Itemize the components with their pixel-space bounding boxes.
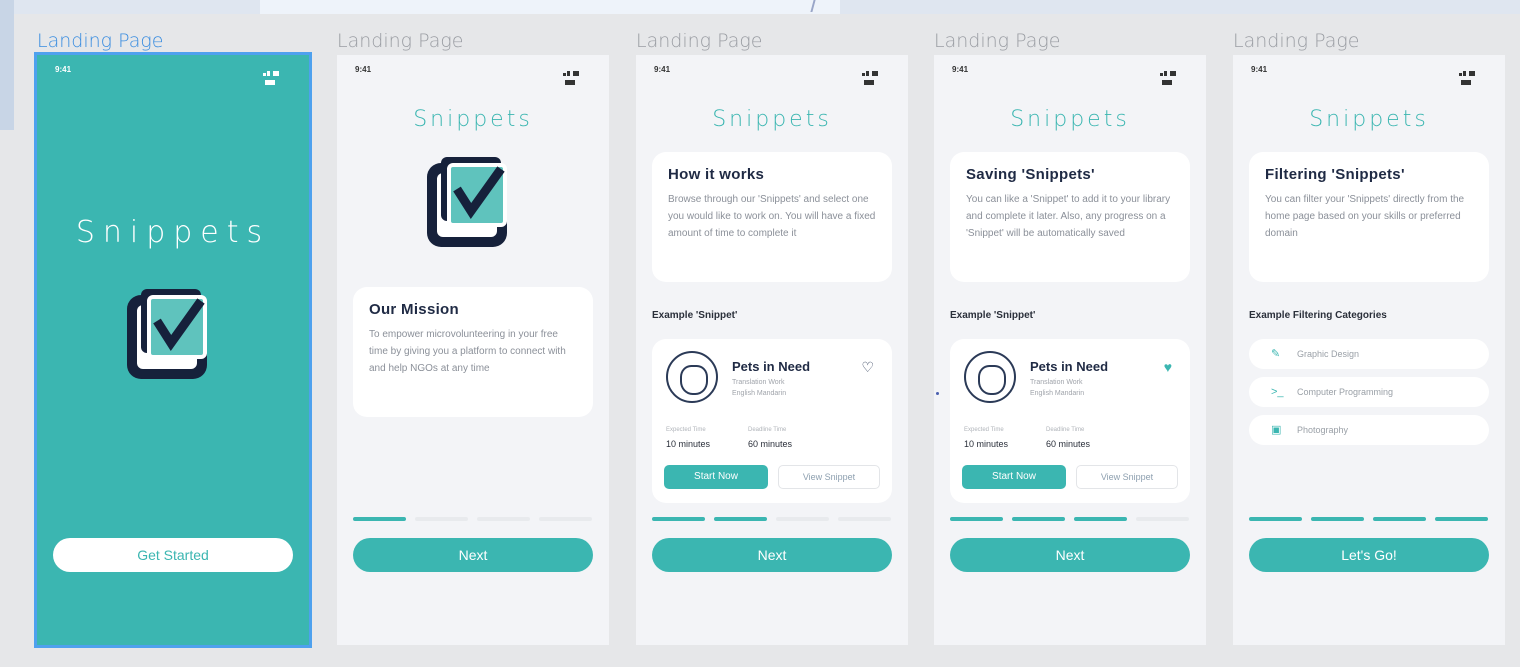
start-now-button[interactable]: Start Now bbox=[664, 465, 768, 489]
status-bar: 9:41 bbox=[1251, 65, 1487, 85]
snippet-meta-type: Translation Work bbox=[1030, 379, 1083, 386]
how-it-works-card: How it works Browse through our 'Snippet… bbox=[652, 152, 892, 282]
canvas-top-strip bbox=[0, 0, 1520, 14]
card-title: Our Mission bbox=[369, 301, 459, 318]
signal-icon bbox=[862, 67, 890, 85]
status-bar: 9:41 bbox=[55, 65, 291, 85]
screen-how-it-works[interactable]: 9:41 Snippets How it works Browse throug… bbox=[636, 55, 908, 645]
snippet-title: Pets in Need bbox=[1030, 359, 1109, 374]
snippet-title: Pets in Need bbox=[732, 359, 811, 374]
deadline-time-label: Deadline Time bbox=[1046, 427, 1085, 433]
snippet-meta-language: English Mandarin bbox=[1030, 390, 1085, 397]
progress-indicator bbox=[353, 517, 593, 521]
get-started-button[interactable]: Get Started bbox=[53, 538, 293, 572]
section-title: Example Filtering Categories bbox=[1249, 310, 1387, 321]
brand-title: Snippets bbox=[75, 215, 271, 250]
canvas-dot bbox=[936, 392, 939, 395]
progress-indicator bbox=[950, 517, 1190, 521]
saving-card: Saving 'Snippets' You can like a 'Snippe… bbox=[950, 152, 1190, 282]
mission-card: Our Mission To empower microvolunteering… bbox=[353, 287, 593, 417]
deadline-time-value: 60 minutes bbox=[1046, 439, 1091, 449]
category-label: Photography bbox=[1297, 425, 1349, 435]
view-snippet-button[interactable]: View Snippet bbox=[778, 465, 880, 489]
expected-time-value: 10 minutes bbox=[666, 439, 711, 449]
next-button[interactable]: Next bbox=[950, 538, 1190, 572]
deadline-time-label: Deadline Time bbox=[748, 427, 787, 433]
canvas-left-strip bbox=[0, 0, 14, 130]
snippets-logo-icon bbox=[127, 289, 207, 379]
section-title: Example 'Snippet' bbox=[652, 310, 738, 321]
view-snippet-button[interactable]: View Snippet bbox=[1076, 465, 1178, 489]
ngo-avatar bbox=[666, 351, 718, 403]
expected-time-label: Expected Time bbox=[666, 427, 706, 433]
frame-label-3[interactable]: Landing Page bbox=[636, 30, 762, 52]
frame-label-1[interactable]: Landing Page bbox=[37, 30, 163, 52]
category-graphic-design[interactable]: ✎ Graphic Design bbox=[1249, 339, 1489, 369]
signal-icon bbox=[1160, 67, 1188, 85]
progress-indicator bbox=[652, 517, 892, 521]
section-title: Example 'Snippet' bbox=[950, 310, 1036, 321]
screen-saving[interactable]: 9:41 Snippets Saving 'Snippets' You can … bbox=[934, 55, 1206, 645]
screen-splash[interactable]: 9:41 Snippets Get Started bbox=[34, 52, 312, 648]
brand-title: Snippets bbox=[1010, 107, 1130, 132]
status-bar: 9:41 bbox=[654, 65, 890, 85]
status-time: 9:41 bbox=[952, 65, 969, 74]
palette-icon: ✎ bbox=[1271, 348, 1281, 360]
status-bar: 9:41 bbox=[355, 65, 591, 85]
lets-go-button[interactable]: Let's Go! bbox=[1249, 538, 1489, 572]
category-label: Computer Programming bbox=[1297, 387, 1394, 397]
brand-title: Snippets bbox=[712, 107, 832, 132]
status-time: 9:41 bbox=[654, 65, 671, 74]
heart-filled-icon[interactable]: ♥ bbox=[1164, 359, 1172, 375]
signal-icon bbox=[563, 67, 591, 85]
status-bar: 9:41 bbox=[952, 65, 1188, 85]
progress-indicator bbox=[1249, 517, 1489, 521]
brand-title: Snippets bbox=[413, 107, 533, 132]
ngo-avatar bbox=[964, 351, 1016, 403]
frame-label-4[interactable]: Landing Page bbox=[934, 30, 1060, 52]
status-time: 9:41 bbox=[355, 65, 372, 74]
signal-icon bbox=[263, 67, 291, 85]
snippet-card[interactable]: Pets in Need Translation Work English Ma… bbox=[950, 339, 1190, 503]
snippet-card[interactable]: Pets in Need Translation Work English Ma… bbox=[652, 339, 892, 503]
card-text: You can filter your 'Snippets' directly … bbox=[1265, 194, 1465, 239]
status-time: 9:41 bbox=[1251, 65, 1268, 74]
screen-mission[interactable]: 9:41 Snippets Our Mission To empower mic… bbox=[337, 55, 609, 645]
signal-icon bbox=[1459, 67, 1487, 85]
start-now-button[interactable]: Start Now bbox=[962, 465, 1066, 489]
camera-icon: ▣ bbox=[1271, 424, 1282, 436]
canvas-notch bbox=[260, 0, 840, 14]
category-photography[interactable]: ▣ Photography bbox=[1249, 415, 1489, 445]
brand-title: Snippets bbox=[1309, 107, 1429, 132]
frame-label-2[interactable]: Landing Page bbox=[337, 30, 463, 52]
card-text: To empower microvolunteering in your fre… bbox=[369, 329, 566, 374]
snippet-meta-type: Translation Work bbox=[732, 379, 785, 386]
card-title: Saving 'Snippets' bbox=[966, 166, 1095, 183]
card-title: How it works bbox=[668, 166, 765, 183]
expected-time-label: Expected Time bbox=[964, 427, 1004, 433]
deadline-time-value: 60 minutes bbox=[748, 439, 793, 449]
snippet-meta-language: English Mandarin bbox=[732, 390, 787, 397]
card-text: You can like a 'Snippet' to add it to yo… bbox=[966, 194, 1171, 239]
card-title: Filtering 'Snippets' bbox=[1265, 166, 1405, 183]
expected-time-value: 10 minutes bbox=[964, 439, 1009, 449]
status-time: 9:41 bbox=[55, 65, 72, 74]
filtering-card: Filtering 'Snippets' You can filter your… bbox=[1249, 152, 1489, 282]
frame-label-5[interactable]: Landing Page bbox=[1233, 30, 1359, 52]
screen-filtering[interactable]: 9:41 Snippets Filtering 'Snippets' You c… bbox=[1233, 55, 1505, 645]
snippets-logo-icon bbox=[427, 157, 507, 247]
heart-icon[interactable]: ♡ bbox=[861, 359, 874, 376]
next-button[interactable]: Next bbox=[353, 538, 593, 572]
category-computer-programming[interactable]: >_ Computer Programming bbox=[1249, 377, 1489, 407]
next-button[interactable]: Next bbox=[652, 538, 892, 572]
category-label: Graphic Design bbox=[1297, 349, 1360, 359]
card-text: Browse through our 'Snippets' and select… bbox=[668, 194, 876, 239]
terminal-icon: >_ bbox=[1271, 386, 1284, 398]
